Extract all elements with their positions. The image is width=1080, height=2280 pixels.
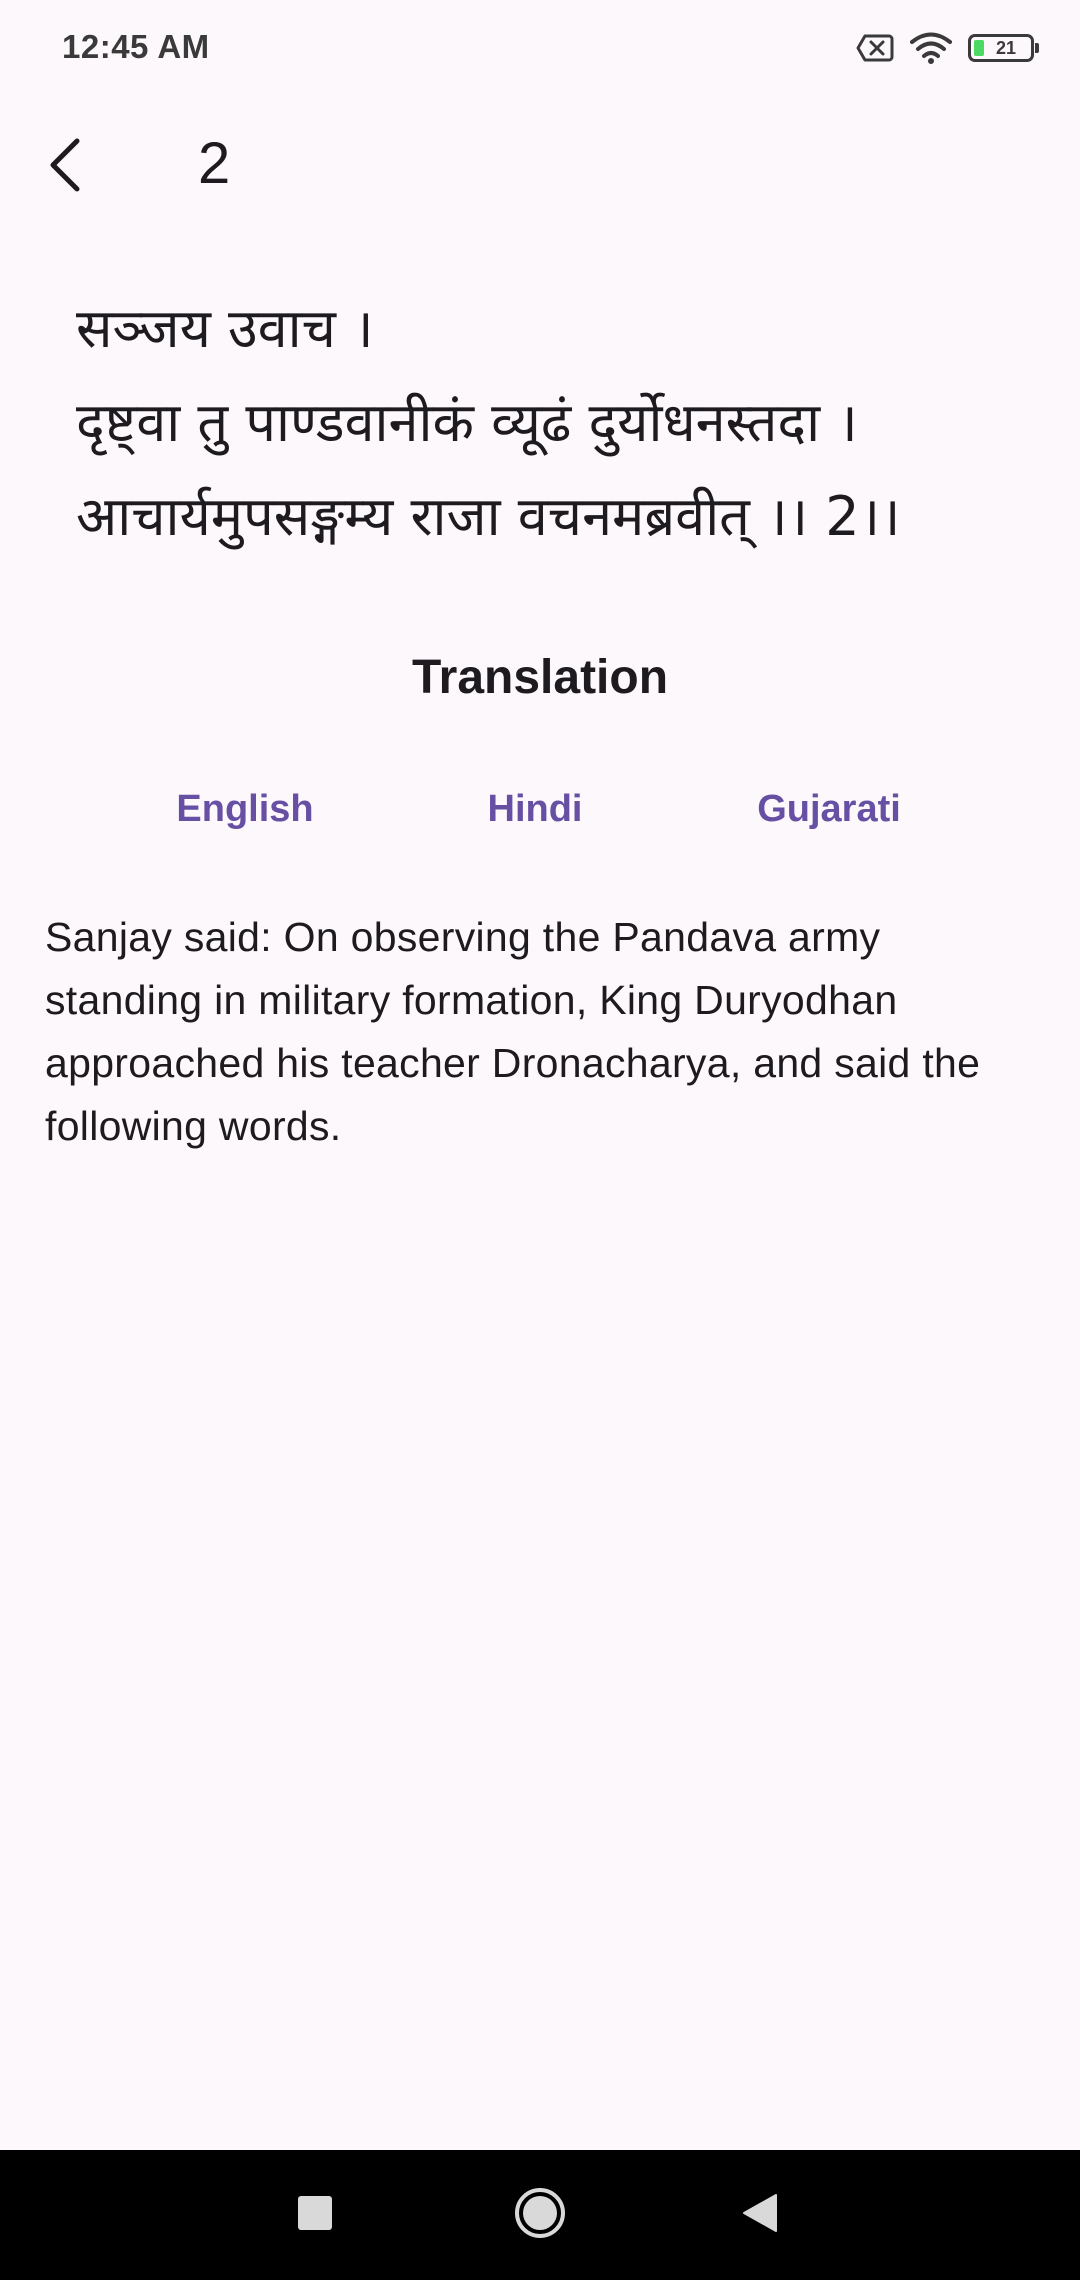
tab-hindi[interactable]: Hindi [488,788,583,831]
app-bar: 2 [0,110,1080,222]
translation-heading: Translation [411,651,669,704]
translation-text: Sanjay said: On observing the Pandava ar… [45,914,981,1149]
battery-icon: 21 [968,34,1039,62]
tab-english[interactable]: English [176,788,313,831]
status-time: 12:45 AM [62,28,210,65]
battery-fill [974,40,984,56]
battery-level: 21 [995,37,1017,58]
recents-square-icon [298,2195,332,2235]
back-button[interactable] [30,132,100,202]
recents-button[interactable] [285,2185,345,2245]
system-back-button[interactable] [730,2185,790,2245]
navigation-bar [0,2150,1080,2280]
back-triangle-icon [742,2193,778,2238]
verse-text: सञ्जय उवाच । दृष्ट्वा तु पाण्डवानीकं व्य… [76,282,1036,564]
status-bar: 12:45 AM 21 [0,0,1080,96]
verse-line: सञ्जय उवाच । [76,297,374,360]
status-icons: 21 [856,26,1039,70]
sim-x-icon [856,34,894,62]
verse-line: दृष्ट्वा तु पाण्डवानीकं व्यूढं दुर्योधनस… [76,391,858,454]
home-button[interactable] [510,2185,570,2245]
verse-line: आचार्यमुपसङ्गम्य राजा वचनमब्रवीत् ।। 2।। [76,485,901,548]
home-circle-icon [513,2186,567,2245]
tab-gujarati[interactable]: Gujarati [757,788,901,831]
language-tabs: English Hindi Gujarati [0,788,1080,848]
wifi-icon [910,31,952,65]
page-title: 2 [198,131,231,196]
chevron-left-icon [45,137,85,198]
